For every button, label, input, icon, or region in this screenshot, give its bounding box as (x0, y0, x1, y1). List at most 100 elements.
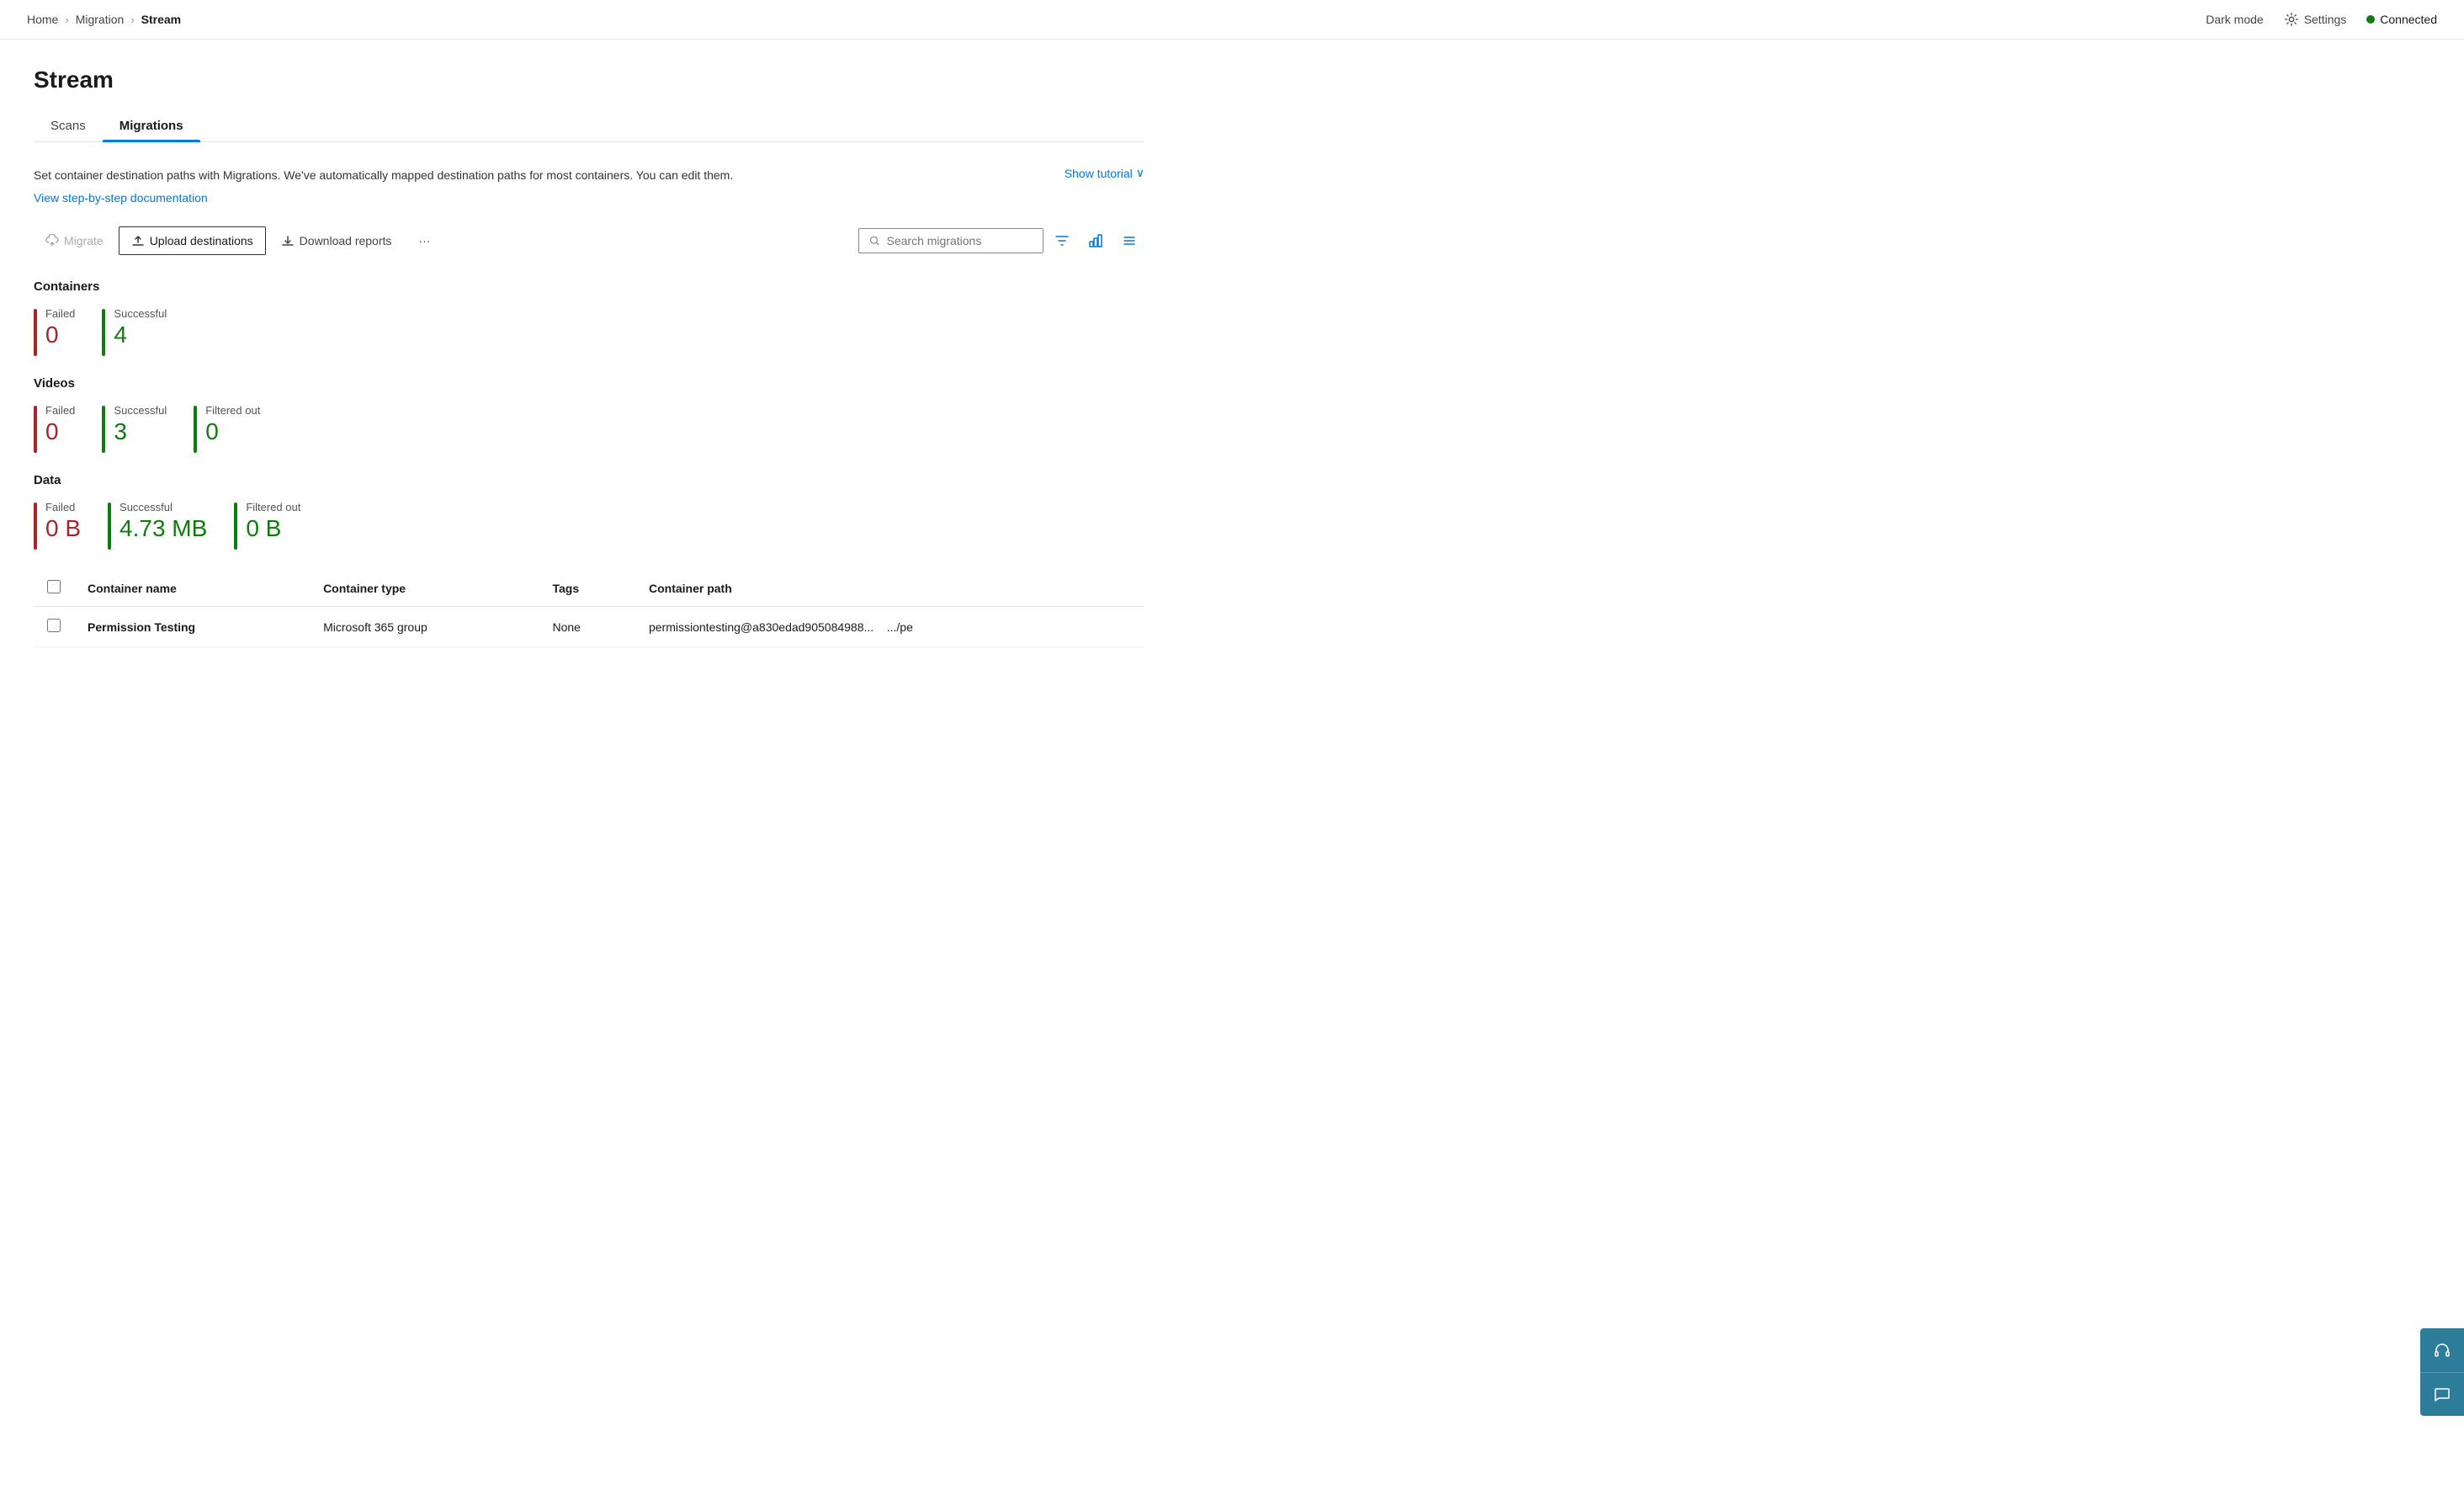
show-tutorial-label: Show tutorial (1065, 167, 1133, 180)
containers-failed-stat: Failed 0 (34, 307, 75, 356)
upload-destinations-button[interactable]: Upload destinations (119, 226, 266, 255)
main-content: Stream Scans Migrations Set container de… (0, 40, 1178, 681)
table-header-row: Container name Container type Tags Conta… (34, 570, 1144, 607)
list-view-button[interactable] (1114, 226, 1144, 256)
row-container-path: permissiontesting@a830edad905084988... .… (635, 607, 1144, 647)
data-successful-bar (108, 503, 111, 550)
tab-scans[interactable]: Scans (34, 110, 103, 141)
containers-successful-value: 4 (114, 323, 167, 347)
videos-stats-row: Failed 0 Successful 3 Filtered out 0 (34, 404, 1144, 453)
successful-bar (102, 309, 105, 356)
data-filtered-value: 0 B (246, 517, 300, 540)
bar-chart-icon (1088, 233, 1103, 248)
show-tutorial-button[interactable]: Show tutorial ∨ (1065, 166, 1144, 180)
tabs: Scans Migrations (34, 110, 1144, 142)
containers-failed-label: Failed (45, 307, 75, 320)
videos-title: Videos (34, 376, 1144, 391)
containers-title: Containers (34, 279, 1144, 294)
container-name-value: Permission Testing (88, 620, 195, 634)
page-title: Stream (34, 66, 1144, 93)
breadcrumb-home[interactable]: Home (27, 13, 58, 26)
header-container-path: Container path (635, 570, 1144, 607)
data-filtered-bar (234, 503, 237, 550)
description-text: Set container destination paths with Mig… (34, 166, 1031, 205)
description-row: Set container destination paths with Mig… (34, 166, 1144, 205)
list-icon (1122, 233, 1137, 248)
more-options-button[interactable]: ··· (406, 227, 442, 254)
migrations-table: Container name Container type Tags Conta… (34, 570, 1144, 647)
videos-filtered-stat: Filtered out 0 (194, 404, 260, 453)
data-title: Data (34, 473, 1144, 487)
videos-failed-label: Failed (45, 404, 75, 417)
filter-button[interactable] (1047, 226, 1077, 256)
row-tags: None (539, 607, 635, 647)
doc-link[interactable]: View step-by-step documentation (34, 191, 208, 205)
breadcrumb-sep-1: › (65, 13, 68, 26)
breadcrumb: Home › Migration › Stream (27, 13, 181, 26)
chevron-down-icon: ∨ (1136, 166, 1144, 180)
videos-filtered-bar (194, 406, 197, 453)
tab-migrations[interactable]: Migrations (103, 110, 200, 141)
containers-stats-row: Failed 0 Successful 4 (34, 307, 1144, 356)
videos-successful-stat: Successful 3 (102, 404, 167, 453)
header-container-name: Container name (74, 570, 310, 607)
chart-view-button[interactable] (1081, 226, 1111, 256)
videos-filtered-label: Filtered out (205, 404, 260, 417)
header-tags: Tags (539, 570, 635, 607)
breadcrumb-current: Stream (141, 13, 181, 26)
data-successful-value: 4.73 MB (119, 517, 207, 540)
upload-icon (131, 234, 145, 247)
containers-successful-stat: Successful 4 (102, 307, 167, 356)
download-reports-label: Download reports (300, 234, 392, 247)
download-reports-button[interactable]: Download reports (269, 227, 404, 254)
topbar-right: Dark mode Settings Connected (2206, 12, 2437, 27)
gear-icon (2284, 12, 2299, 27)
settings-label: Settings (2304, 13, 2347, 26)
videos-successful-label: Successful (114, 404, 167, 417)
search-box (858, 228, 1043, 253)
videos-successful-bar (102, 406, 105, 453)
more-icon: ··· (418, 234, 430, 247)
search-input[interactable] (887, 234, 1033, 247)
breadcrumb-migration[interactable]: Migration (76, 13, 125, 26)
connected-label: Connected (2380, 13, 2437, 26)
toolbar: Migrate Upload destinations Download rep… (34, 226, 1144, 256)
filter-icon (1054, 233, 1070, 248)
cloud-upload-icon (45, 234, 59, 247)
headset-icon (2433, 1341, 2451, 1359)
videos-failed-stat: Failed 0 (34, 404, 75, 453)
row-checkbox-cell (34, 607, 74, 647)
migrate-label: Migrate (64, 234, 104, 247)
table-section: Container name Container type Tags Conta… (34, 570, 1144, 647)
data-failed-value: 0 B (45, 517, 81, 540)
data-filtered-stat: Filtered out 0 B (234, 501, 300, 550)
videos-successful-value: 3 (114, 420, 167, 444)
data-failed-label: Failed (45, 501, 81, 513)
data-filtered-label: Filtered out (246, 501, 300, 513)
failed-bar (34, 309, 37, 356)
data-failed-stat: Failed 0 B (34, 501, 81, 550)
help-panel-button[interactable] (2420, 1328, 2464, 1372)
search-icon (869, 235, 880, 247)
select-all-checkbox[interactable] (47, 580, 61, 593)
data-stats: Data Failed 0 B Successful 4.73 MB Fil (34, 473, 1144, 550)
header-container-type: Container type (310, 570, 539, 607)
row-checkbox[interactable] (47, 619, 61, 632)
migrate-button[interactable]: Migrate (34, 227, 115, 254)
connected-status: Connected (2366, 13, 2437, 26)
table-row: Permission Testing Microsoft 365 group N… (34, 607, 1144, 647)
data-successful-label: Successful (119, 501, 207, 513)
dark-mode-button[interactable]: Dark mode (2206, 13, 2263, 26)
settings-button[interactable]: Settings (2284, 12, 2347, 27)
row-container-type: Microsoft 365 group (310, 607, 539, 647)
upload-destinations-label: Upload destinations (150, 234, 253, 247)
data-failed-bar (34, 503, 37, 550)
connected-dot-icon (2366, 15, 2375, 24)
feedback-panel-button[interactable] (2420, 1372, 2464, 1416)
data-successful-stat: Successful 4.73 MB (108, 501, 207, 550)
videos-failed-bar (34, 406, 37, 453)
description-paragraph: Set container destination paths with Mig… (34, 166, 791, 184)
row-container-name: Permission Testing (74, 607, 310, 647)
download-icon (281, 234, 295, 247)
containers-failed-value: 0 (45, 323, 75, 347)
